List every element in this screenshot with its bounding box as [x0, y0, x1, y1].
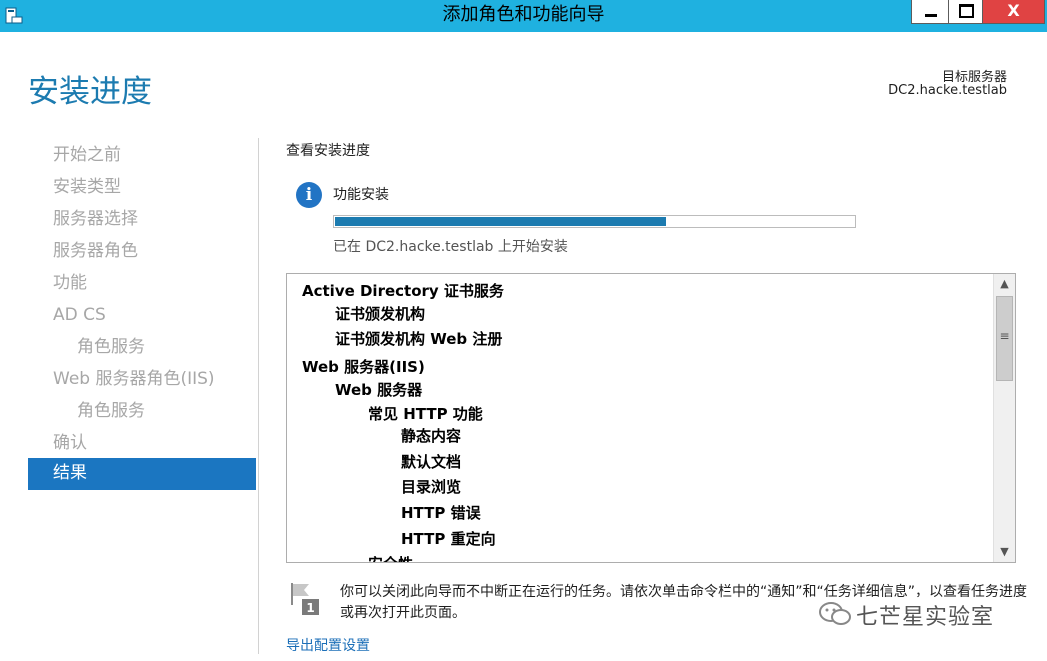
install-progress-bar — [333, 215, 856, 228]
progress-fill — [335, 217, 667, 226]
nav-item-ad-cs-role-services[interactable]: 角色服务 — [28, 332, 256, 364]
installation-results-list[interactable]: Active Directory 证书服务 证书颁发机构 证书颁发机构 Web … — [286, 273, 1016, 563]
nav-divider — [258, 138, 259, 654]
nav-item-before-you-begin[interactable]: 开始之前 — [28, 140, 256, 172]
nav-item-iis-role-services[interactable]: 角色服务 — [28, 396, 256, 428]
scroll-down-arrow-icon[interactable]: ▼ — [994, 542, 1015, 562]
feature-installation-label: 功能安装 — [333, 187, 389, 203]
section-title: 查看安装进度 — [286, 143, 370, 159]
tree-item: HTTP 错误 — [401, 504, 481, 522]
svg-text:1: 1 — [306, 601, 314, 615]
nav-item-ad-cs[interactable]: AD CS — [28, 300, 256, 332]
progress-status: 已在 DC2.hacke.testlab 上开始安装 — [333, 239, 568, 255]
tree-item: 证书颁发机构 Web 注册 — [335, 330, 503, 348]
flag-notification-icon: 1 — [291, 583, 319, 615]
window-title: 添加角色和功能向导 — [442, 4, 605, 25]
tree-item: HTTP 重定向 — [401, 530, 496, 548]
grip-icon: ≡ — [999, 329, 1010, 343]
export-configuration-link[interactable]: 导出配置设置 — [286, 635, 370, 655]
nav-item-web-server-role[interactable]: Web 服务器角色(IIS) — [28, 364, 256, 396]
close-icon: X — [1007, 1, 1020, 20]
page-title: 安装进度 — [28, 74, 152, 110]
list-scrollbar[interactable]: ▲ ≡ ▼ — [993, 274, 1015, 562]
watermark: 七芒星实验室 — [818, 597, 1023, 631]
title-bar: 添加角色和功能向导 — [0, 0, 1047, 32]
scroll-up-arrow-icon[interactable]: ▲ — [994, 274, 1015, 294]
watermark-text: 七芒星实验室 — [856, 605, 995, 630]
info-icon: i — [296, 182, 322, 208]
tree-item: Active Directory 证书服务 — [302, 282, 504, 300]
tree-item: 证书颁发机构 — [335, 305, 426, 323]
close-button[interactable]: X — [983, 0, 1045, 24]
nav-item-server-roles[interactable]: 服务器角色 — [28, 236, 256, 268]
tree-item: Web 服务器(IIS) — [302, 358, 425, 376]
nav-item-server-selection[interactable]: 服务器选择 — [28, 204, 256, 236]
target-server-name: DC2.hacke.testlab — [888, 83, 1007, 98]
maximize-button[interactable] — [949, 0, 983, 24]
nav-item-installation-type[interactable]: 安装类型 — [28, 172, 256, 204]
tree-item: Web 服务器 — [335, 381, 423, 399]
tree-item: 默认文档 — [401, 453, 462, 471]
wechat-icon — [819, 602, 851, 625]
scroll-thumb[interactable]: ≡ — [996, 296, 1013, 381]
nav-item-features[interactable]: 功能 — [28, 268, 256, 300]
tree-item: 常见 HTTP 功能 — [368, 405, 483, 423]
tree-item: 目录浏览 — [401, 478, 462, 496]
nav-item-results[interactable]: 结果 — [28, 458, 256, 490]
tree-item: 安全性 — [368, 553, 413, 562]
nav-item-confirmation[interactable]: 确认 — [28, 428, 256, 460]
minimize-button[interactable] — [911, 0, 949, 24]
tree-item: 静态内容 — [401, 427, 462, 445]
